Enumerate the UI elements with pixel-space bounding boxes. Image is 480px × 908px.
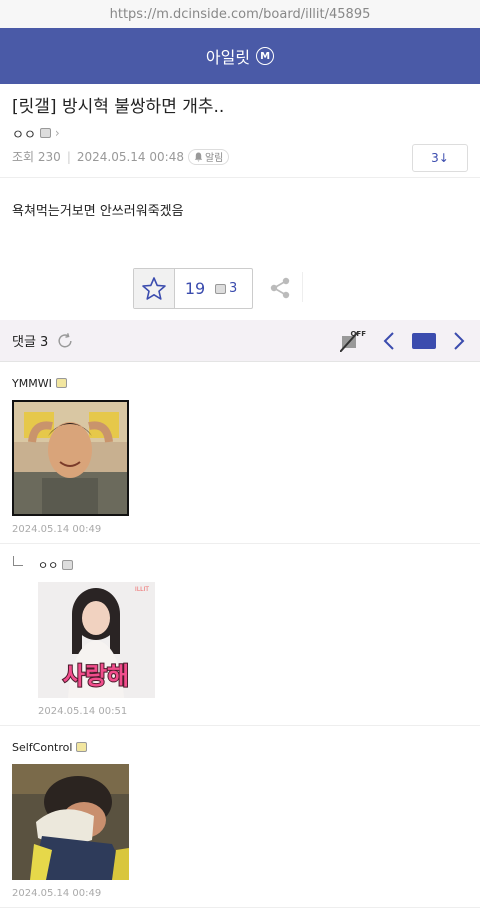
post-header: [릿갤] 방시혁 불쌍하면 개추.. ㅇㅇ › 조회 230 | 2024.05… [0, 84, 480, 178]
jump-to-comments-button[interactable]: 3↓ [412, 144, 468, 172]
user-gallog-icon [39, 128, 51, 138]
recommend-count: 19 [184, 279, 206, 298]
dccon-image [12, 400, 129, 516]
recommend-button[interactable] [134, 269, 175, 308]
comment-count: 3 [229, 281, 238, 296]
dccon-image: 사랑해 ILLIT [38, 582, 155, 698]
comment-author-name: YMMWI [12, 376, 52, 390]
share-icon[interactable] [268, 276, 292, 300]
user-gallog-icon [76, 742, 88, 752]
comment-date: 2024.05.14 00:49 [12, 888, 102, 899]
comment-author-name: SelfControl [12, 740, 73, 754]
user-gallog-icon [55, 378, 67, 388]
comment-author-name: ㅇㅇ [38, 559, 59, 572]
post-date: 2024.05.14 00:48 [76, 149, 184, 164]
post-title: [릿갤] 방시혁 불쌍하면 개추.. [12, 97, 225, 117]
comment-date: 2024.05.14 00:51 [38, 706, 128, 717]
comment-tools: OFF [339, 330, 466, 353]
comment-item: SelfControl 2024.05.14 00:49 [0, 726, 480, 908]
image-off-label: OFF [350, 330, 366, 338]
comment-date: 2024.05.14 00:49 [12, 524, 102, 535]
chevron-left-icon[interactable] [382, 331, 396, 351]
address-bar[interactable]: https://m.dcinside.com/board/illit/45895 [0, 0, 480, 28]
comment-count-display: 3 [215, 269, 237, 308]
star-icon [142, 276, 166, 300]
recommend-area: 19 3 [0, 268, 480, 320]
refresh-icon[interactable] [56, 332, 74, 350]
comment-count-label: 댓글 3 [12, 335, 49, 350]
comment-author[interactable]: YMMWI [12, 376, 468, 390]
comment-toolbar: 댓글 3 OFF [0, 320, 480, 362]
writer-name: ㅇㅇ [12, 127, 36, 143]
comment-author[interactable]: ㅇㅇ [38, 558, 468, 572]
man-crying-sticker-image [12, 764, 129, 880]
bell-icon [194, 152, 203, 162]
image-toggle-button[interactable]: OFF [339, 330, 366, 353]
comment-icon [215, 283, 226, 294]
reply-item: ㅇㅇ 사랑해 ILLIT 2024.05.14 00:51 [0, 544, 480, 726]
sticker-text: 사랑해 [63, 662, 129, 690]
user-gallog-icon [62, 560, 74, 570]
view-count: 조회 230 [12, 150, 61, 164]
post-body: 욕쳐먹는거보면 안쓰러워죽겠음 [12, 204, 184, 219]
url-text: https://m.dcinside.com/board/illit/45895 [109, 6, 371, 22]
comment-page-indicator[interactable] [412, 333, 436, 349]
divider [302, 272, 303, 302]
comment-author[interactable]: SelfControl [12, 740, 468, 754]
gallery-name: 아일릿 [205, 48, 251, 67]
gallery-header[interactable]: 아일릿 M [0, 28, 480, 84]
writer-info[interactable]: ㅇㅇ › [12, 125, 468, 143]
alarm-button[interactable]: 알림 [187, 148, 230, 165]
recommend-box: 19 3 [133, 268, 253, 309]
dccon-image [12, 764, 129, 880]
chevron-right-icon[interactable] [452, 331, 466, 351]
comment-item: YMMWI 2024.05.14 00:49 [0, 362, 480, 544]
meta-divider: | [66, 149, 71, 164]
reply-indicator-icon [13, 556, 23, 566]
alarm-label: 알림 [204, 153, 224, 164]
minor-gallery-badge-icon: M [256, 47, 275, 65]
chevron-right-icon: › [54, 126, 60, 140]
sticker-logo-text: ILLIT [135, 586, 149, 593]
post-meta: 조회 230 | 2024.05.14 00:48 알림 [12, 148, 468, 165]
girl-sticker-image: 사랑해 ILLIT [38, 582, 155, 698]
man-sticker-image [14, 402, 127, 514]
